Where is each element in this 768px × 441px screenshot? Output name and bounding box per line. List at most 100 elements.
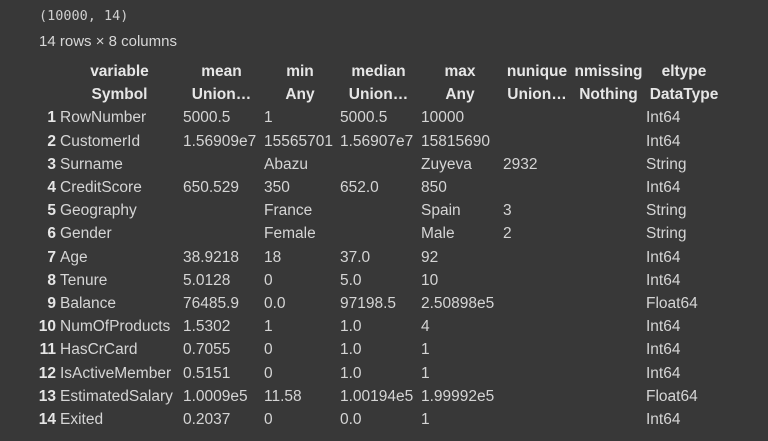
row-index: 11 — [39, 341, 56, 359]
cell-eltype: String — [646, 202, 687, 220]
cell-nunique — [501, 385, 573, 408]
cell-min: 15565701 — [264, 132, 333, 150]
column-type-nmissing: Nothing — [579, 86, 638, 104]
cell-eltype: Int64 — [646, 179, 681, 197]
cell-variable: Age — [60, 248, 88, 266]
cell-median — [338, 222, 419, 245]
cell-eltype: Int64 — [646, 271, 681, 289]
cell-max: 10000 — [421, 109, 465, 127]
column-type-eltype: DataType — [649, 86, 719, 104]
cell-nmissing — [573, 408, 644, 431]
dataframe-summary: 14 rows × 8 columns — [39, 33, 177, 50]
cell-min: 0 — [264, 341, 273, 359]
cell-nunique — [501, 106, 573, 129]
cell-nmissing — [573, 338, 644, 361]
table-row: 12 IsActiveMember 0.5151 0 1.0 1 Int64 — [34, 362, 724, 385]
cell-mean: 5000.5 — [183, 109, 231, 127]
table-row: 6 Gender Female Male 2 String — [34, 222, 724, 245]
cell-mean: 0.7055 — [183, 341, 231, 359]
cell-max: 92 — [421, 248, 439, 266]
table-row: 13 EstimatedSalary 1.0009e5 11.58 1.00194e5 1… — [34, 385, 724, 408]
cell-max: 1.99992e5 — [421, 387, 495, 405]
row-index: 5 — [47, 202, 56, 220]
cell-mean: 76485.9 — [183, 295, 240, 313]
cell-min: 0 — [264, 411, 273, 429]
cell-eltype: Int64 — [646, 132, 681, 150]
cell-min: Abazu — [264, 155, 308, 173]
table-row: 8 Tenure 5.0128 0 5.0 10 Int64 — [34, 269, 724, 292]
cell-median: 5.0 — [340, 271, 362, 289]
column-header-eltype: eltype — [661, 63, 707, 80]
cell-median: 1.0 — [340, 341, 362, 359]
cell-median: 5000.5 — [340, 109, 388, 127]
cell-eltype: Int64 — [646, 248, 681, 266]
cell-nmissing — [573, 246, 644, 269]
cell-max: Male — [421, 225, 455, 243]
cell-nunique — [501, 292, 573, 315]
cell-nmissing — [573, 199, 644, 222]
cell-nunique — [501, 246, 573, 269]
cell-median: 1.56907e7 — [340, 132, 414, 150]
table-row: 2 CustomerId 1.56909e7 15565701 1.56907e7 158… — [34, 130, 724, 153]
column-header-mean: mean — [201, 63, 242, 80]
column-header-max: max — [444, 63, 476, 80]
column-header-variable: variable — [90, 63, 149, 80]
cell-nmissing — [573, 106, 644, 129]
column-type-mean: Union… — [191, 86, 252, 104]
cell-variable: Gender — [60, 225, 112, 243]
cell-mean — [181, 199, 262, 222]
table-body: 1 RowNumber 5000.5 1 5000.5 10000 Int64 2 Custom… — [34, 106, 724, 431]
cell-nunique — [501, 176, 573, 199]
cell-min: France — [264, 202, 313, 220]
cell-median: 1.0 — [340, 364, 362, 382]
row-index: 3 — [47, 155, 56, 173]
cell-min: 11.58 — [264, 387, 302, 405]
cell-nmissing — [573, 269, 644, 292]
cell-max: 2.50898e5 — [421, 295, 495, 313]
cell-nunique — [501, 315, 573, 338]
row-index: 13 — [38, 387, 56, 405]
cell-nunique — [501, 269, 573, 292]
cell-nunique — [501, 338, 573, 361]
row-index: 6 — [47, 225, 56, 243]
cell-min: 0 — [264, 364, 273, 382]
cell-variable: NumOfProducts — [60, 318, 171, 336]
table-row: 3 Surname Abazu Zuyeva 2932 String — [34, 153, 724, 176]
cell-max: 1 — [421, 411, 430, 429]
cell-max: 10 — [421, 271, 439, 289]
row-index: 8 — [47, 271, 56, 289]
column-type-median: Union… — [348, 86, 409, 104]
cell-min: 1 — [264, 318, 273, 336]
cell-variable: CustomerId — [60, 132, 141, 150]
cell-eltype: Float64 — [646, 295, 698, 313]
column-type-nunique: Union… — [507, 86, 567, 104]
table-row: 9 Balance 76485.9 0.0 97198.5 2.50898e5 Float6… — [34, 292, 724, 315]
cell-variable: CreditScore — [60, 179, 142, 197]
row-index: 9 — [47, 295, 56, 313]
cell-eltype: Int64 — [646, 109, 681, 127]
cell-mean: 1.56909e7 — [183, 132, 257, 150]
cell-nmissing — [573, 385, 644, 408]
cell-min: 0.0 — [264, 295, 286, 313]
cell-max: 1 — [421, 341, 430, 359]
cell-variable: Surname — [60, 155, 123, 173]
cell-nunique: 2 — [503, 225, 512, 243]
index-header — [34, 60, 58, 83]
cell-mean: 38.9218 — [183, 248, 240, 266]
cell-nmissing — [573, 130, 644, 153]
cell-min: Female — [264, 225, 316, 243]
shape-output: (10000, 14) — [39, 8, 129, 24]
cell-nunique: 2932 — [503, 155, 538, 173]
cell-nmissing — [573, 362, 644, 385]
table-row: 5 Geography France Spain 3 String — [34, 199, 724, 222]
cell-variable: Balance — [60, 295, 117, 313]
column-type-variable: Symbol — [91, 86, 148, 104]
column-header-nmissing: nmissing — [574, 63, 643, 80]
cell-mean: 5.0128 — [183, 271, 231, 289]
cell-median — [338, 153, 419, 176]
row-index: 2 — [47, 132, 56, 150]
cell-max: 4 — [421, 318, 430, 336]
column-header-min: min — [286, 63, 314, 80]
cell-median: 1.0 — [340, 318, 362, 336]
cell-nunique — [501, 408, 573, 431]
